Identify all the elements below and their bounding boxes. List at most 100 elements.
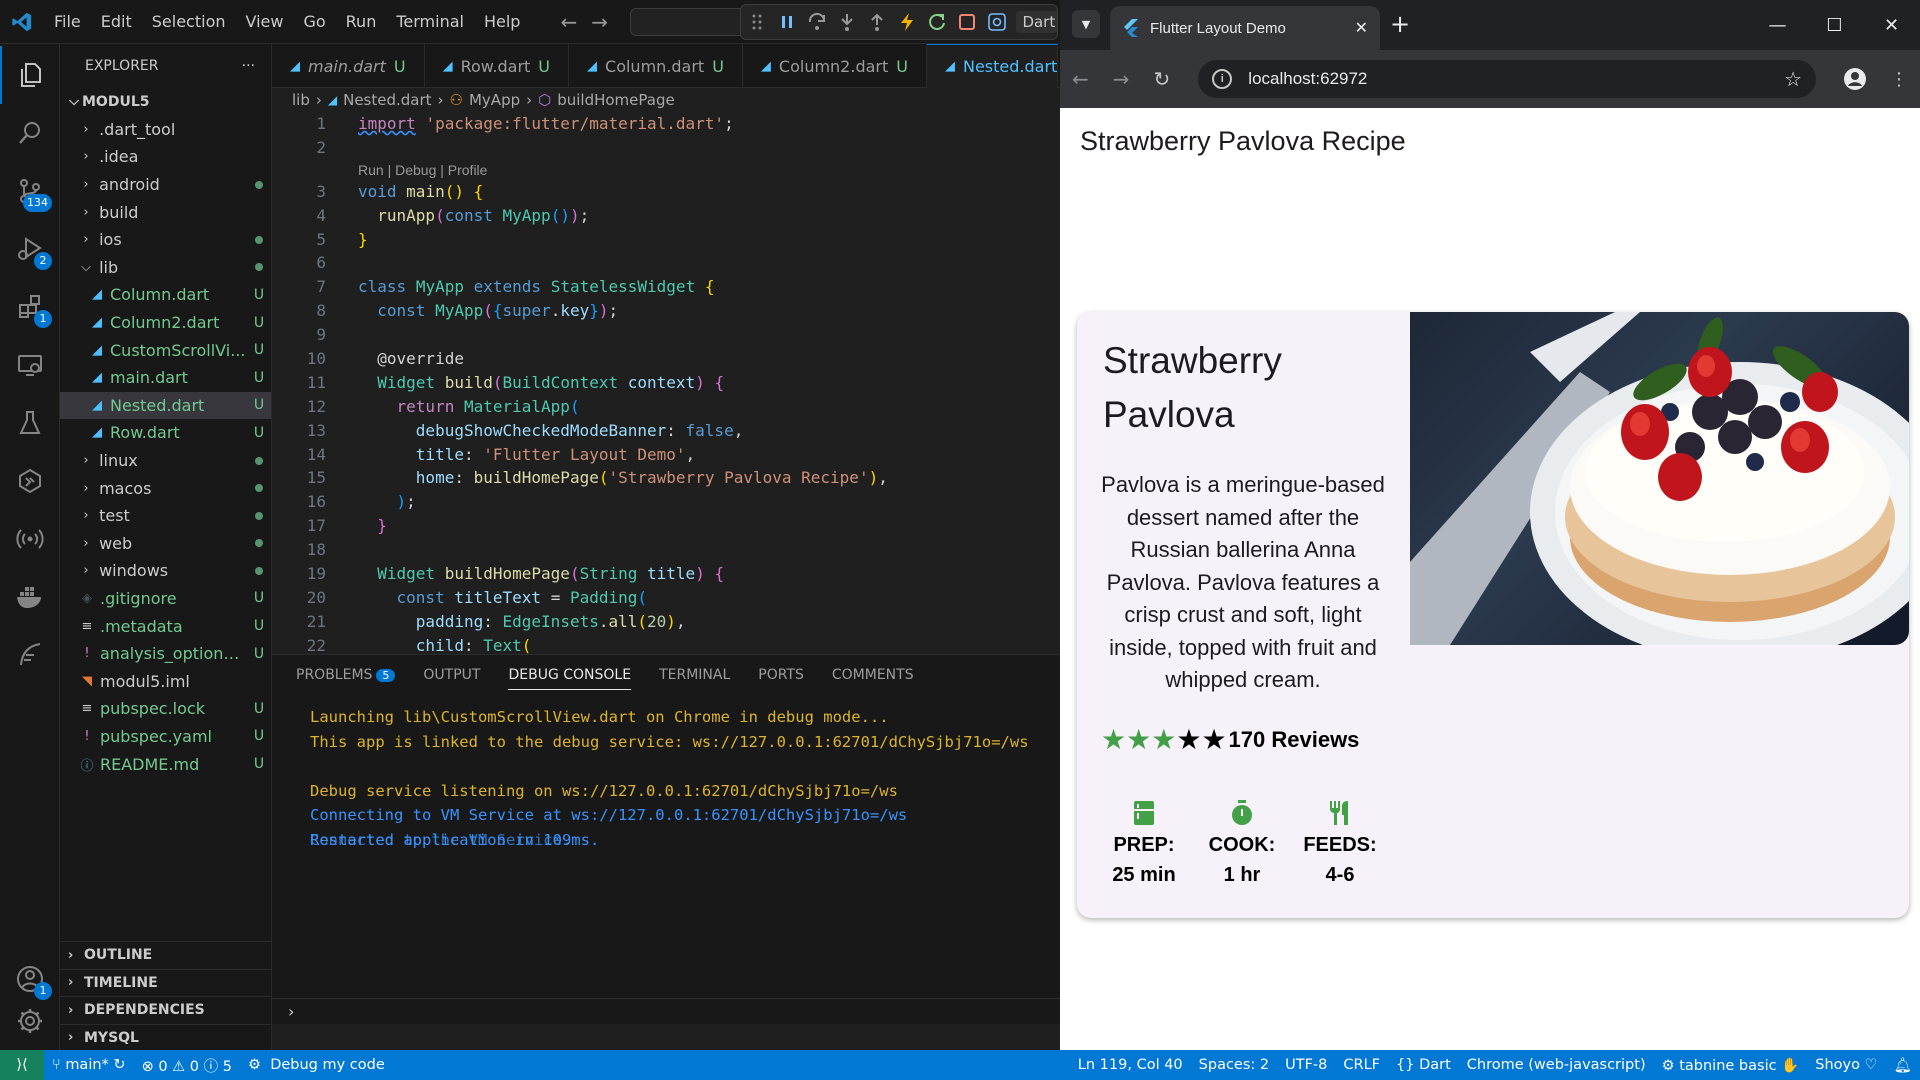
file-item[interactable]: ⓘ README.md U — [60, 750, 271, 778]
debug-config-select[interactable]: Dart — [1016, 11, 1058, 33]
run-debug-icon[interactable]: 2 — [0, 220, 60, 278]
site-info-icon[interactable]: i — [1212, 69, 1233, 89]
encoding[interactable]: UTF-8 — [1277, 1057, 1335, 1074]
tab-main-dart[interactable]: ◢ main.dart U — [272, 44, 425, 88]
folder-item[interactable]: › ios — [60, 226, 271, 254]
debug-status[interactable]: ⚙ Debug my code — [240, 1057, 393, 1073]
mysql-section[interactable]: › MYSQL — [60, 1023, 272, 1052]
maximize-icon[interactable]: ☐ — [1806, 0, 1863, 50]
profile-icon[interactable] — [1844, 68, 1866, 90]
workspace-root[interactable]: ⌵ MODUL5 — [60, 88, 271, 116]
file-item[interactable]: ! pubspec.yaml U — [60, 723, 271, 751]
menu-help[interactable]: Help — [474, 0, 530, 44]
device-selector[interactable]: Chrome (web-javascript) — [1459, 1057, 1654, 1074]
address-bar[interactable]: i localhost:62972 ☆ — [1198, 60, 1816, 98]
back-icon[interactable]: ← — [1072, 67, 1089, 91]
hot-reload-icon[interactable] — [897, 10, 918, 34]
menu-terminal[interactable]: Terminal — [386, 0, 474, 44]
pause-icon[interactable] — [777, 10, 798, 34]
file-item[interactable]: ◢ Nested.dart U — [60, 391, 271, 420]
bookmark-star-icon[interactable]: ☆ — [1784, 67, 1802, 92]
breadcrumb-method[interactable]: buildHomePage — [557, 91, 675, 109]
file-item[interactable]: ◢ main.dart U — [60, 364, 271, 392]
tab-debug-console[interactable]: DEBUG CONSOLE — [508, 667, 632, 690]
drag-handle-icon[interactable] — [747, 10, 768, 34]
minimize-icon[interactable]: — — [1749, 0, 1806, 50]
remote-explorer-icon[interactable] — [0, 336, 60, 394]
cursor-position[interactable]: Ln 119, Col 40 — [1070, 1057, 1191, 1074]
flutter-outline-icon[interactable] — [0, 452, 60, 510]
explorer-icon[interactable] — [0, 46, 60, 104]
docker-icon[interactable] — [0, 568, 60, 626]
tab-terminal[interactable]: TERMINAL — [659, 667, 730, 683]
browser-tab[interactable]: Flutter Layout Demo ✕ — [1110, 6, 1380, 50]
restart-icon[interactable] — [927, 10, 948, 34]
tab-output[interactable]: OUTPUT — [423, 667, 480, 683]
menu-edit[interactable]: Edit — [91, 0, 142, 44]
branch-status[interactable]: ⑂ main* ↻ — [44, 1057, 134, 1073]
language-mode[interactable]: {} Dart — [1388, 1057, 1459, 1074]
menu-kebab-icon[interactable]: ⋮ — [1890, 69, 1908, 90]
close-tab-icon[interactable]: ✕ — [1355, 18, 1368, 38]
file-item[interactable]: ◢ Column2.dart U — [60, 309, 271, 337]
folder-item[interactable]: › android — [60, 171, 271, 199]
menu-go[interactable]: Go — [293, 0, 335, 44]
line-ending[interactable]: CRLF — [1335, 1057, 1388, 1074]
breadcrumb-class[interactable]: MyApp — [469, 91, 520, 109]
feather-icon[interactable] — [0, 626, 60, 684]
tab-comments[interactable]: COMMENTS — [832, 667, 914, 683]
forward-icon[interactable]: → — [1113, 67, 1130, 91]
file-item[interactable]: ◢ Column.dart U — [60, 281, 271, 309]
menu-run[interactable]: Run — [336, 0, 387, 44]
folder-item[interactable]: › .dart_tool — [60, 116, 271, 144]
reload-icon[interactable]: ↻ — [1154, 67, 1171, 91]
folder-item[interactable]: › web — [60, 530, 271, 558]
notifications-bell-icon[interactable]: 🔔︎ — [1886, 1057, 1920, 1074]
remote-indicator-icon[interactable]: ⟩⟨ — [0, 1050, 44, 1080]
back-arrow-icon[interactable]: ← — [560, 10, 577, 34]
menu-file[interactable]: File — [44, 0, 91, 44]
breadcrumb-folder[interactable]: lib — [292, 91, 310, 109]
dependencies-section[interactable]: › DEPENDENCIES — [60, 996, 272, 1024]
problems-status[interactable]: ⊗ 0 ⚠ 0 ⓘ 5 — [134, 1055, 240, 1076]
folder-item[interactable]: › test — [60, 502, 271, 530]
folder-item[interactable]: › windows — [60, 557, 271, 585]
file-item[interactable]: ≡ .metadata U — [60, 612, 271, 640]
indentation[interactable]: Spaces: 2 — [1191, 1057, 1277, 1074]
folder-item[interactable]: › .idea — [60, 143, 271, 171]
folder-item[interactable]: › build — [60, 198, 271, 226]
tab-column-dart[interactable]: ◢ Column.dart U — [569, 44, 743, 88]
tab-nested-dart[interactable]: ◢ Nested.dart — [926, 44, 1059, 88]
file-item[interactable]: ◥ modul5.iml — [60, 667, 271, 695]
timeline-section[interactable]: › TIMELINE — [60, 968, 272, 997]
close-window-icon[interactable]: ✕ — [1863, 0, 1920, 50]
file-item[interactable]: ! analysis_options.... U — [60, 640, 271, 668]
search-icon[interactable] — [0, 104, 60, 162]
settings-gear-icon[interactable] — [0, 992, 60, 1050]
file-item[interactable]: ◈ .gitignore U — [60, 585, 271, 613]
outline-section[interactable]: › OUTLINE — [60, 941, 272, 969]
file-item[interactable]: ◢ CustomScrollVi... U — [60, 336, 271, 364]
source-control-icon[interactable]: 134 — [0, 162, 60, 220]
user-status[interactable]: Shoyo ♡ — [1807, 1057, 1885, 1074]
tab-column2-dart[interactable]: ◢ Column2.dart U — [743, 44, 927, 88]
testing-icon[interactable] — [0, 394, 60, 452]
tab-ports[interactable]: PORTS — [758, 667, 804, 683]
devtools-icon[interactable] — [987, 10, 1008, 34]
step-out-icon[interactable] — [867, 10, 888, 34]
file-item[interactable]: ≡ pubspec.lock U — [60, 695, 271, 723]
extensions-icon[interactable]: 1 — [0, 278, 60, 336]
forward-arrow-icon[interactable]: → — [591, 10, 608, 34]
step-over-icon[interactable] — [807, 10, 828, 34]
code-area[interactable]: 1 import 'package:flutter/material.dart';… — [272, 112, 1060, 654]
new-tab-icon[interactable]: + — [1390, 10, 1410, 38]
folder-item[interactable]: › linux — [60, 447, 271, 475]
debug-console-input[interactable]: › — [272, 998, 1060, 1024]
file-item[interactable]: ◢ Row.dart U — [60, 419, 271, 447]
tabnine-status[interactable]: ⚙ tabnine basic ✋ — [1654, 1057, 1808, 1074]
folder-item[interactable]: ⌵ lib — [60, 254, 271, 282]
menu-selection[interactable]: Selection — [142, 0, 236, 44]
menu-view[interactable]: View — [236, 0, 294, 44]
folder-item[interactable]: › macos — [60, 474, 271, 502]
more-actions-icon[interactable]: ··· — [242, 58, 255, 74]
